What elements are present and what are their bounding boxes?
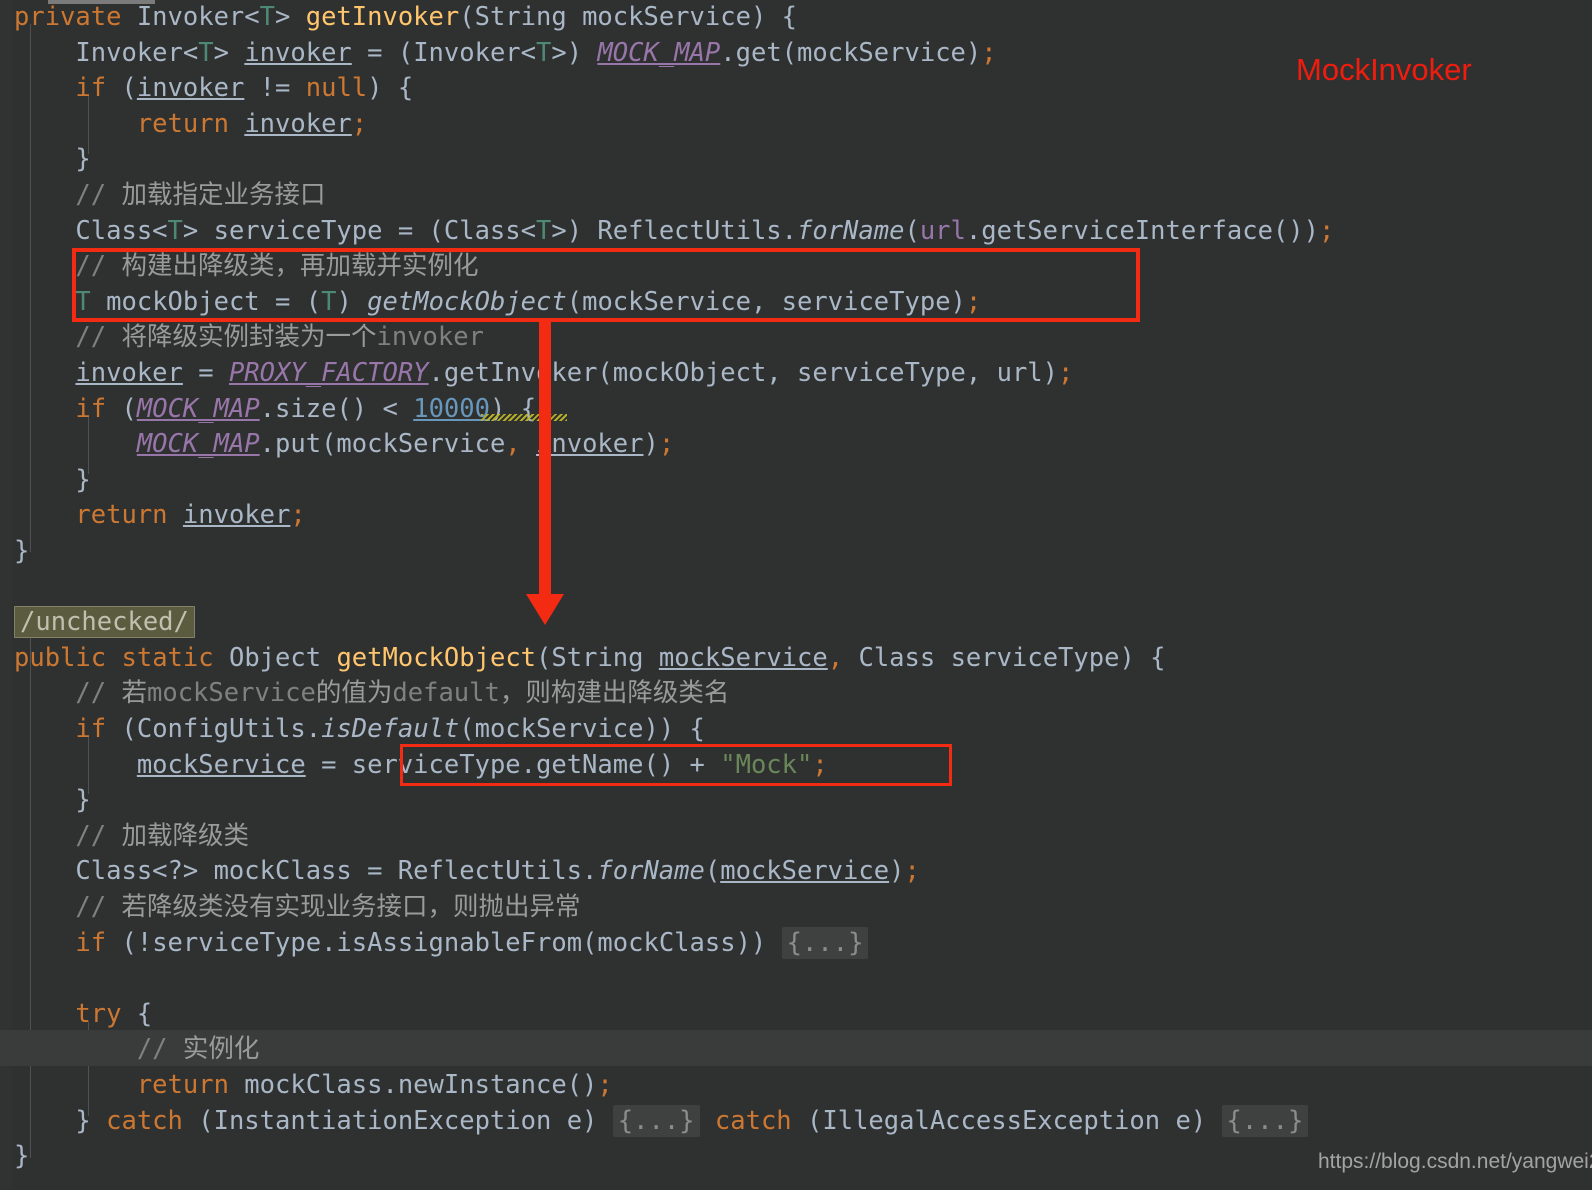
code-content: private Invoker<T> getInvoker(String moc… xyxy=(0,0,1592,1190)
code-line: if (ConfigUtils.isDefault(mockService)) … xyxy=(75,714,705,744)
block-fold-chip[interactable]: {...} xyxy=(1221,1104,1309,1137)
code-line: try { xyxy=(75,998,153,1029)
code-line-comment: // 加载降级类 xyxy=(14,820,249,851)
watermark: https://blog.csdn.net/yangwei234 xyxy=(1318,1150,1592,1173)
code-line-comment: // 将降级实例封装为一个invoker xyxy=(14,322,484,353)
code-line: } xyxy=(14,464,91,495)
code-line: invoker = PROXY_FACTORY.getInvoker(mockO… xyxy=(75,358,1074,388)
code-line: } xyxy=(14,785,91,816)
code-line-comment: // 构建出降级类，再加载并实例化 xyxy=(14,251,479,282)
code-line: T mockObject = (T) getMockObject(mockSer… xyxy=(75,286,982,317)
code-line: private Invoker<T> getInvoker(String moc… xyxy=(14,2,798,32)
inspection-squiggle xyxy=(481,414,567,421)
unchecked-fold-chip[interactable]: /unchecked/ xyxy=(14,606,195,639)
code-line: if (!serviceType.isAssignableFrom(mockCl… xyxy=(14,926,1592,962)
annotation-label-mockinvoker: MockInvoker xyxy=(1296,52,1472,87)
code-line-comment: // 加载指定业务接口 xyxy=(14,180,326,210)
code-line: } xyxy=(14,144,91,175)
code-line: Class<?> mockClass = ReflectUtils.forNam… xyxy=(14,856,920,887)
block-fold-chip[interactable]: {...} xyxy=(781,926,869,959)
code-line-fold[interactable]: /unchecked/ xyxy=(14,605,1592,641)
code-line: Class<T> serviceType = (Class<T>) Reflec… xyxy=(14,215,1335,246)
code-line: mockService = serviceType.getName() + "M… xyxy=(136,749,828,780)
code-line: if (MOCK_MAP.size() < 10000) { xyxy=(75,393,537,424)
code-line: return mockClass.newInstance(); xyxy=(136,1070,613,1100)
code-line: return invoker; xyxy=(136,108,368,139)
code-line-comment: // 实例化 xyxy=(14,1034,260,1065)
code-line: } catch (InstantiationException e) {...}… xyxy=(14,1104,1592,1140)
block-fold-chip[interactable]: {...} xyxy=(612,1104,700,1137)
flow-arrow-shaft xyxy=(539,320,551,598)
code-line: MOCK_MAP.put(mockService, invoker); xyxy=(136,429,675,460)
code-line-comment: // 若mockService的值为default，则构建出降级类名 xyxy=(14,678,730,709)
code-line: } xyxy=(14,536,30,566)
code-screenshot: private Invoker<T> getInvoker(String moc… xyxy=(0,0,1592,1190)
code-line: return invoker; xyxy=(75,500,306,531)
flow-arrow-head xyxy=(526,594,564,625)
code-line: public static Object getMockObject(Strin… xyxy=(14,642,1166,673)
code-line-comment: // 若降级类没有实现业务接口，则抛出异常 xyxy=(14,892,581,922)
